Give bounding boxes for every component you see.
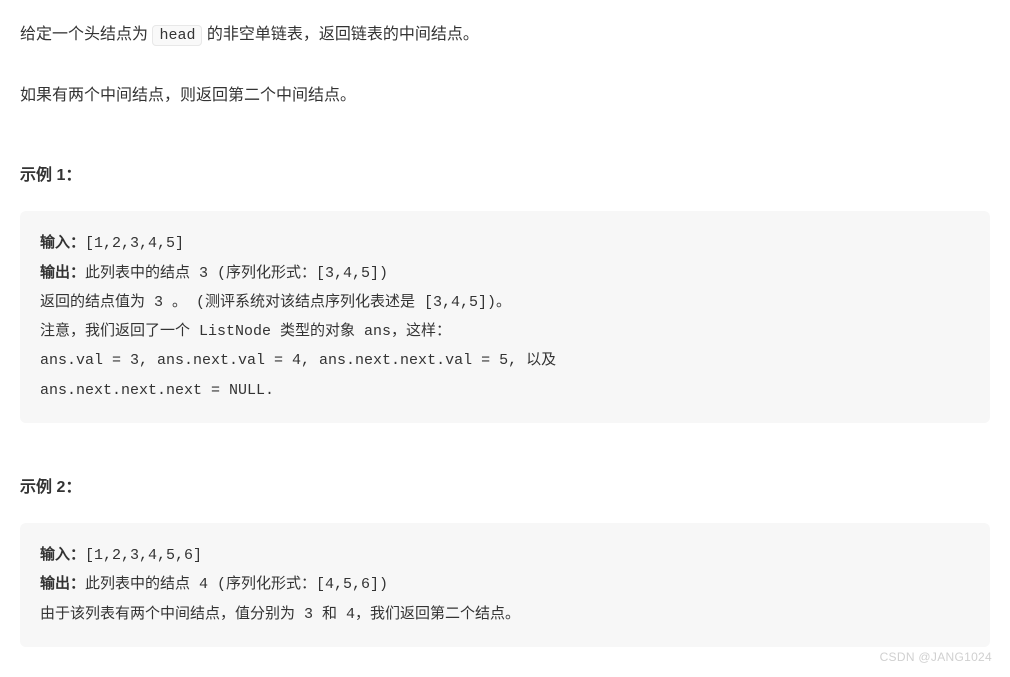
intro-line-1: 给定一个头结点为 head 的非空单链表，返回链表的中间结点。 (20, 20, 990, 51)
inline-code-head: head (152, 25, 202, 46)
example2-output-label: 输出： (40, 576, 85, 593)
example1-block: 输入：[1,2,3,4,5] 输出：此列表中的结点 3 (序列化形式：[3,4,… (20, 211, 990, 423)
example2-line3: 由于该列表有两个中间结点，值分别为 3 和 4，我们返回第二个结点。 (40, 606, 520, 623)
intro-line-2: 如果有两个中间结点，则返回第二个中间结点。 (20, 81, 990, 111)
example2-block: 输入：[1,2,3,4,5,6] 输出：此列表中的结点 4 (序列化形式：[4,… (20, 523, 990, 647)
example2-input-label: 输入： (40, 547, 85, 564)
example2-output-value: 此列表中的结点 4 (序列化形式：[4,5,6]) (85, 576, 388, 593)
example1-output-value: 此列表中的结点 3 (序列化形式：[3,4,5]) (85, 265, 388, 282)
example1-line5: ans.val = 3, ans.next.val = 4, ans.next.… (40, 352, 556, 369)
example2-heading: 示例 2： (20, 473, 990, 503)
example1-input-label: 输入： (40, 235, 85, 252)
example1-output-label: 输出： (40, 265, 85, 282)
example1-input-value: [1,2,3,4,5] (85, 235, 184, 252)
example1-heading: 示例 1： (20, 161, 990, 191)
example2-input-value: [1,2,3,4,5,6] (85, 547, 202, 564)
example1-line4: 注意，我们返回了一个 ListNode 类型的对象 ans，这样： (40, 323, 451, 340)
intro-part2: 的非空单链表，返回链表的中间结点。 (202, 26, 478, 43)
example1-line6: ans.next.next.next = NULL. (40, 382, 274, 399)
example1-line3: 返回的结点值为 3 。 (测评系统对该结点序列化表述是 [3,4,5])。 (40, 294, 511, 311)
intro-part1: 给定一个头结点为 (20, 26, 152, 43)
watermark: CSDN @JANG1024 (880, 646, 992, 669)
